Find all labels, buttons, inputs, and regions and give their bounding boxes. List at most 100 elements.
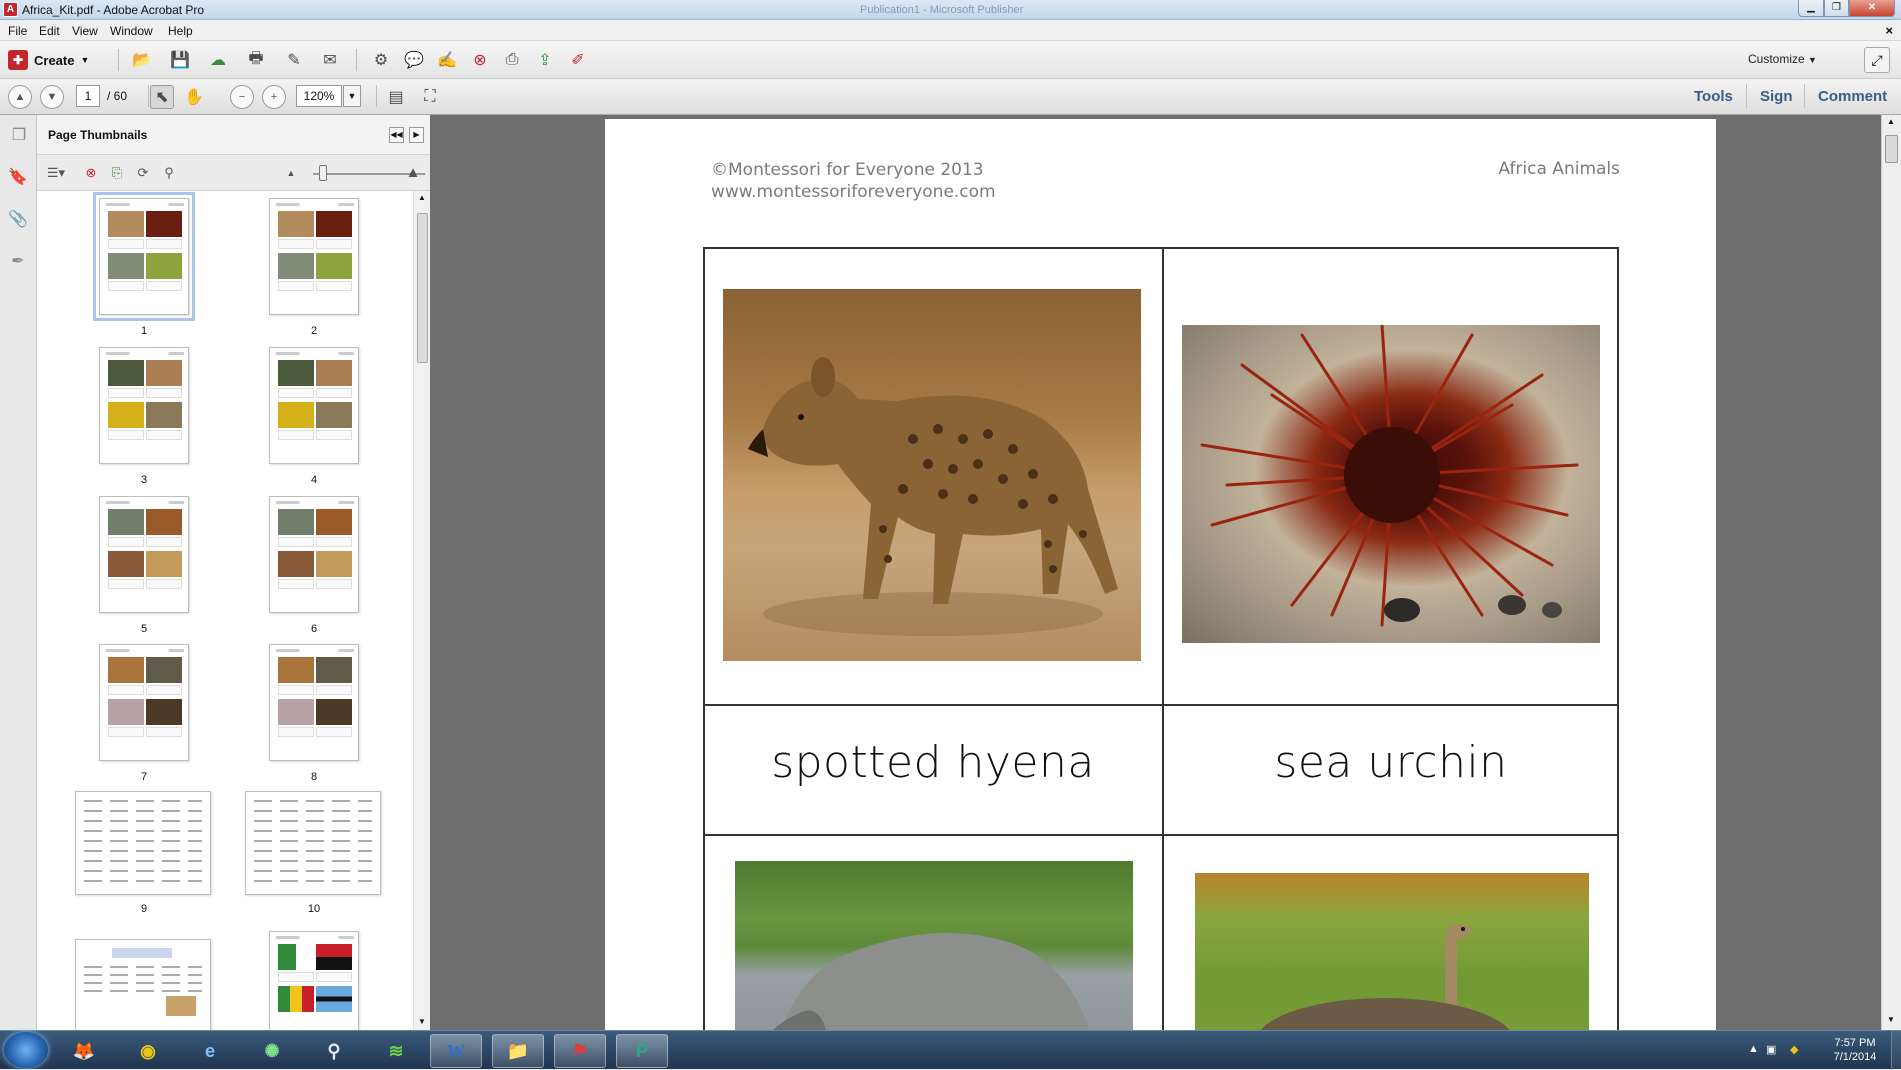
tray-expand-icon[interactable]: ▲: [1748, 1043, 1759, 1055]
collapse-panel-icon[interactable]: ◀◀: [389, 127, 404, 143]
create-button[interactable]: ✚ Create ▼: [8, 48, 89, 72]
page-thumbnails-panel: Page Thumbnails ◀◀ ▶ ☰▾ ⊗ ⎘ ⟳ ⚲ ▲ ▲ 1 2 …: [37, 115, 430, 1030]
options-menu-icon[interactable]: ☰▾: [43, 164, 69, 182]
insert-pages-icon[interactable]: ⎘: [107, 164, 127, 182]
menu-edit[interactable]: Edit: [39, 24, 60, 38]
signatures-icon[interactable]: ✒: [7, 251, 29, 273]
tab-comment[interactable]: Comment: [1818, 88, 1887, 105]
open-folder-icon[interactable]: 📂: [130, 48, 154, 72]
chrome-icon[interactable]: ◉: [122, 1034, 174, 1068]
next-page-icon[interactable]: ▼: [40, 85, 64, 109]
thumbnail-page-6[interactable]: [269, 496, 359, 613]
tab-tools[interactable]: Tools: [1694, 88, 1733, 105]
zoom-dropdown-icon[interactable]: ▼: [343, 85, 361, 107]
network-globe-icon[interactable]: ✺: [246, 1034, 298, 1068]
network-tray-icon[interactable]: ▣: [1766, 1043, 1776, 1056]
previous-page-icon[interactable]: ▲: [8, 85, 32, 109]
system-clock[interactable]: 7:57 PM 7/1/2014: [1820, 1036, 1890, 1064]
tab-sign[interactable]: Sign: [1760, 88, 1793, 105]
delete-page-icon[interactable]: ⊗: [468, 48, 492, 72]
thumbnail-page-4[interactable]: [269, 347, 359, 464]
thumbnail-page-3[interactable]: [99, 347, 189, 464]
menu-window[interactable]: Window: [110, 24, 153, 38]
thumbnail-scrollbar[interactable]: ▲ ▼: [413, 191, 430, 1030]
attachments-paperclip-icon[interactable]: 📎: [7, 209, 29, 231]
internet-explorer-icon[interactable]: e: [184, 1034, 236, 1068]
thumbnail-page-10[interactable]: [245, 791, 381, 895]
scroll-down-icon[interactable]: ▼: [1887, 1015, 1895, 1024]
thumbnail-label: 9: [140, 903, 148, 915]
start-button[interactable]: [4, 1032, 48, 1068]
thumbnail-size-slider-knob[interactable]: [319, 165, 327, 181]
select-cursor-icon[interactable]: ⬉: [150, 85, 174, 109]
acrobat-app-icon[interactable]: A: [3, 2, 18, 17]
thumbnail-page-9[interactable]: [75, 791, 211, 895]
extract-page-icon[interactable]: ⇪: [533, 48, 557, 72]
delete-pages-icon[interactable]: ⊗: [81, 164, 101, 182]
thumbnail-page-11[interactable]: [75, 939, 211, 1030]
thumbnail-page-2[interactable]: [269, 198, 359, 315]
page-thumbnails-icon[interactable]: ❐: [8, 125, 30, 147]
expand-view-icon[interactable]: ⤢: [1864, 47, 1890, 73]
bookmarks-icon[interactable]: 🔖: [7, 167, 29, 189]
acrobat-taskbar-icon[interactable]: ⚑: [554, 1034, 606, 1068]
menu-file[interactable]: File: [8, 24, 27, 38]
zoom-in-icon[interactable]: +: [262, 85, 286, 109]
email-icon[interactable]: ✉: [318, 48, 342, 72]
thumbnail-page-5[interactable]: [99, 496, 189, 613]
thumbnail-scrollbar-thumb[interactable]: [417, 213, 428, 363]
close-document-icon[interactable]: ×: [1885, 23, 1893, 38]
thumbnail-page-1[interactable]: [93, 192, 195, 321]
form-edit-icon[interactable]: ✐: [566, 48, 590, 72]
panel-title: Page Thumbnails: [48, 128, 148, 142]
customize-button[interactable]: Customize ▼: [1748, 52, 1817, 66]
show-desktop-button[interactable]: [1891, 1031, 1901, 1070]
menu-bar: File Edit View Window Help ×: [0, 20, 1901, 41]
file-explorer-icon[interactable]: 📁: [492, 1034, 544, 1068]
thumbnail-page-12[interactable]: [269, 931, 359, 1030]
scroll-down-icon[interactable]: ▼: [418, 1017, 426, 1026]
zoom-in-thumbs-icon[interactable]: ▲: [403, 164, 423, 182]
page-number-input[interactable]: 1: [76, 85, 100, 107]
save-icon[interactable]: 💾: [168, 48, 192, 72]
menu-view[interactable]: View: [72, 24, 98, 38]
card-grid: spotted hyena sea urchin: [703, 247, 1619, 1030]
comment-bubble-icon[interactable]: 💬: [402, 48, 426, 72]
thumbnail-page-8[interactable]: [269, 644, 359, 761]
page-properties-icon[interactable]: ⚲: [159, 164, 179, 182]
document-scrollbar-thumb[interactable]: [1885, 135, 1898, 163]
scroll-up-icon[interactable]: ▲: [1887, 117, 1895, 126]
window-title: Africa_Kit.pdf - Adobe Acrobat Pro: [22, 3, 205, 17]
zoom-out-icon[interactable]: −: [230, 85, 254, 109]
close-window-button[interactable]: ✕: [1849, 0, 1895, 17]
spotify-icon[interactable]: ≋: [370, 1034, 422, 1068]
fit-page-icon[interactable]: ▤: [384, 85, 408, 109]
rotate-pages-icon[interactable]: ⟳: [133, 164, 153, 182]
firefox-icon[interactable]: 🦊: [58, 1034, 110, 1068]
full-screen-icon[interactable]: ⛶: [418, 85, 442, 109]
zoom-out-thumbs-icon[interactable]: ▲: [281, 164, 301, 182]
word-icon[interactable]: W: [430, 1034, 482, 1068]
search-people-icon[interactable]: ⚲: [308, 1034, 360, 1068]
thumbnail-label: 6: [310, 623, 318, 635]
background-window-title: Publication1 - Microsoft Publisher: [860, 4, 1024, 16]
maximize-button[interactable]: ❐: [1824, 0, 1849, 17]
settings-gear-icon[interactable]: ⚙: [369, 48, 393, 72]
ostrich-illustration: [1260, 924, 1510, 1030]
publisher-icon[interactable]: P: [616, 1034, 668, 1068]
expand-panel-icon[interactable]: ▶: [409, 127, 424, 143]
print-icon[interactable]: 🖶: [244, 48, 268, 72]
zoom-input[interactable]: 120%: [296, 85, 342, 107]
minimize-button[interactable]: ▁: [1798, 0, 1824, 17]
cloud-upload-icon[interactable]: ☁: [206, 48, 230, 72]
menu-help[interactable]: Help: [168, 24, 193, 38]
thumbnail-page-7[interactable]: [99, 644, 189, 761]
grid-divider: [1162, 249, 1164, 1030]
hand-tool-icon[interactable]: ✋: [182, 85, 206, 109]
document-scrollbar[interactable]: ▲ ▼: [1881, 115, 1901, 1030]
edit-document-icon[interactable]: ✎: [282, 48, 306, 72]
insert-page-icon[interactable]: ⎙: [500, 48, 524, 72]
highlight-icon[interactable]: ✍: [435, 48, 459, 72]
drive-tray-icon[interactable]: ◆: [1790, 1043, 1798, 1056]
scroll-up-icon[interactable]: ▲: [418, 193, 426, 202]
